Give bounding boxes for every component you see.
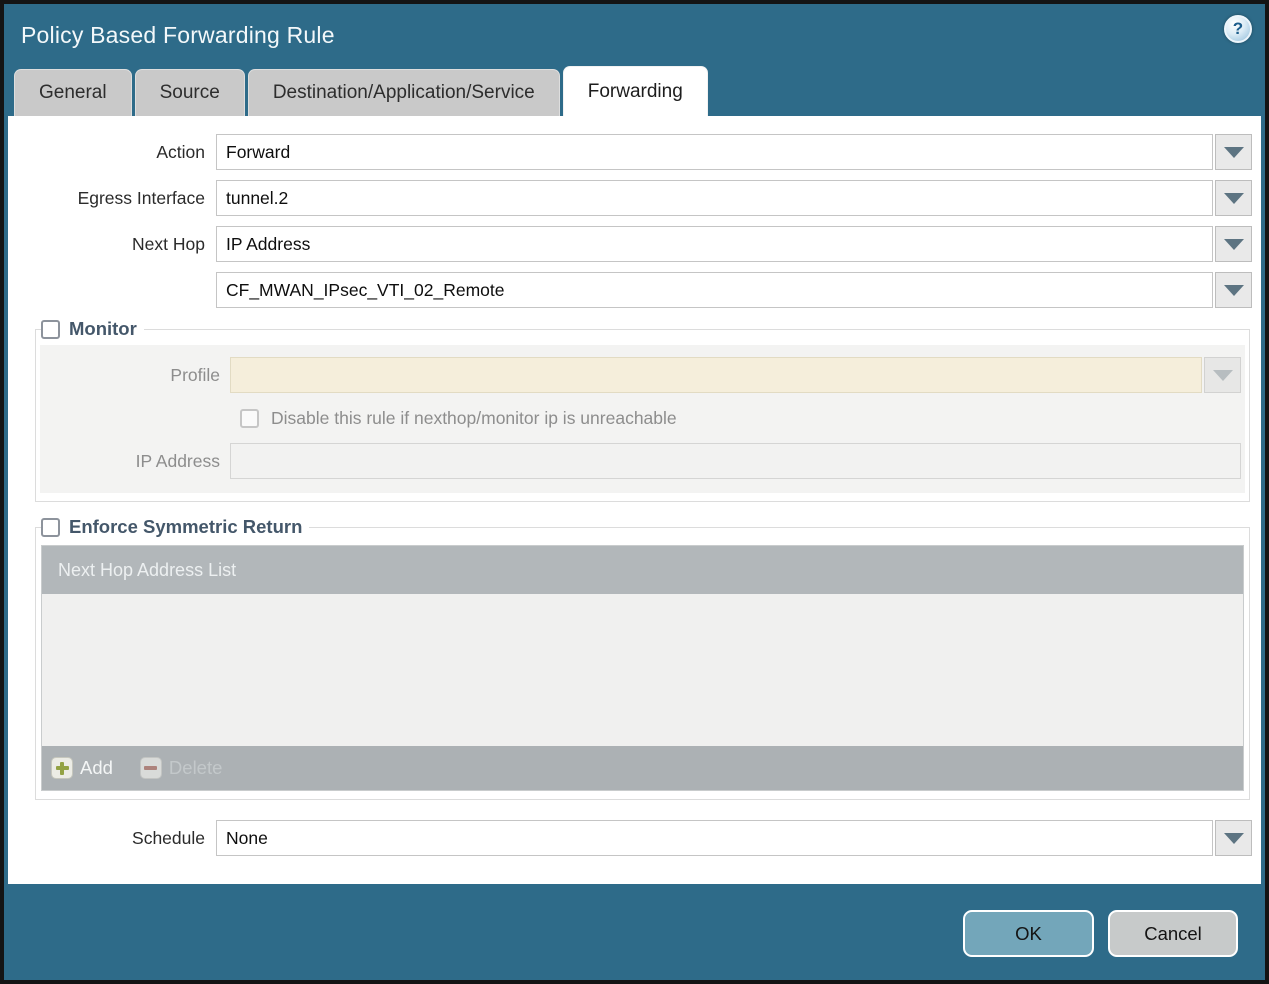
action-dropdown-button[interactable] [1215, 134, 1252, 170]
schedule-label: Schedule [132, 827, 205, 848]
monitor-title: Monitor [69, 318, 137, 339]
action-label: Action [156, 141, 205, 162]
next-hop-label: Next Hop [132, 233, 205, 254]
chevron-down-icon [1212, 369, 1233, 381]
monitor-checkbox[interactable] [41, 319, 60, 339]
action-input[interactable] [216, 134, 1213, 170]
egress-interface-dropdown-button[interactable] [1215, 180, 1252, 216]
dialog-title: Policy Based Forwarding Rule [21, 21, 335, 48]
profile-dropdown-button [1204, 357, 1241, 393]
symmetric-return-title: Enforce Symmetric Return [69, 516, 303, 537]
tab-bar: General Source Destination/Application/S… [4, 66, 1265, 116]
monitor-section: Monitor Profile Disable this rule if nex… [35, 318, 1250, 502]
disable-rule-checkbox [240, 408, 259, 428]
monitor-panel: Profile Disable this rule if nexthop/mon… [40, 345, 1245, 493]
monitor-ip-address-input [230, 443, 1241, 479]
symmetric-return-legend: Enforce Symmetric Return [41, 516, 309, 538]
plus-icon [51, 757, 73, 779]
egress-interface-row: Egress Interface [8, 180, 1252, 216]
action-combo [216, 134, 1252, 170]
next-hop-address-input[interactable] [216, 272, 1213, 308]
add-button[interactable]: Add [51, 757, 113, 779]
tab-source[interactable]: Source [134, 69, 245, 116]
profile-combo [230, 357, 1241, 393]
next-hop-combo [216, 226, 1252, 262]
next-hop-address-table-toolbar: Add Delete [42, 746, 1243, 790]
delete-button[interactable]: Delete [139, 757, 223, 779]
next-hop-row: Next Hop [8, 226, 1252, 262]
disable-rule-label: Disable this rule if nexthop/monitor ip … [271, 407, 677, 428]
egress-interface-label: Egress Interface [77, 187, 205, 208]
chevron-down-icon [1223, 146, 1244, 158]
egress-interface-input[interactable] [216, 180, 1213, 216]
chevron-down-icon [1223, 192, 1244, 204]
chevron-down-icon [1223, 832, 1244, 844]
profile-label: Profile [170, 364, 220, 385]
cancel-button[interactable]: Cancel [1108, 910, 1238, 957]
tab-content-forwarding: Action Egress Interface Next Hop [8, 116, 1261, 884]
profile-row: Profile [40, 357, 1245, 393]
schedule-dropdown-button[interactable] [1215, 820, 1252, 856]
next-hop-address-row [8, 272, 1252, 308]
symmetric-return-section: Enforce Symmetric Return Next Hop Addres… [35, 516, 1250, 800]
delete-button-label: Delete [168, 757, 223, 778]
tab-destination-application-service[interactable]: Destination/Application/Service [247, 69, 560, 116]
monitor-legend: Monitor [41, 318, 144, 340]
tab-general[interactable]: General [14, 69, 132, 116]
next-hop-address-table-body[interactable] [42, 594, 1243, 746]
disable-rule-row: Disable this rule if nexthop/monitor ip … [240, 403, 1245, 433]
minus-icon [139, 757, 162, 779]
next-hop-address-combo [216, 272, 1252, 308]
egress-interface-combo [216, 180, 1252, 216]
next-hop-address-table: Next Hop Address List Add Delete [41, 545, 1244, 791]
help-icon[interactable]: ? [1224, 15, 1252, 43]
next-hop-dropdown-button[interactable] [1215, 226, 1252, 262]
action-row: Action [8, 134, 1252, 170]
next-hop-address-dropdown-button[interactable] [1215, 272, 1252, 308]
add-button-label: Add [80, 757, 113, 778]
schedule-combo [216, 820, 1252, 856]
schedule-row: Schedule [8, 820, 1252, 856]
schedule-input[interactable] [216, 820, 1213, 856]
chevron-down-icon [1223, 238, 1244, 250]
monitor-ip-address-row: IP Address [40, 443, 1245, 479]
next-hop-type-input[interactable] [216, 226, 1213, 262]
next-hop-address-table-header: Next Hop Address List [42, 546, 1243, 594]
dialog-footer: OK Cancel [4, 884, 1265, 976]
ok-button[interactable]: OK [963, 910, 1094, 957]
dialog-titlebar: Policy Based Forwarding Rule ? [4, 4, 1265, 66]
chevron-down-icon [1223, 284, 1244, 296]
profile-input [230, 357, 1202, 393]
monitor-ip-address-field [230, 443, 1241, 479]
policy-based-forwarding-dialog: Policy Based Forwarding Rule ? General S… [0, 0, 1269, 984]
symmetric-return-checkbox[interactable] [41, 517, 60, 537]
monitor-ip-address-label: IP Address [135, 450, 220, 471]
tab-forwarding[interactable]: Forwarding [562, 66, 708, 116]
